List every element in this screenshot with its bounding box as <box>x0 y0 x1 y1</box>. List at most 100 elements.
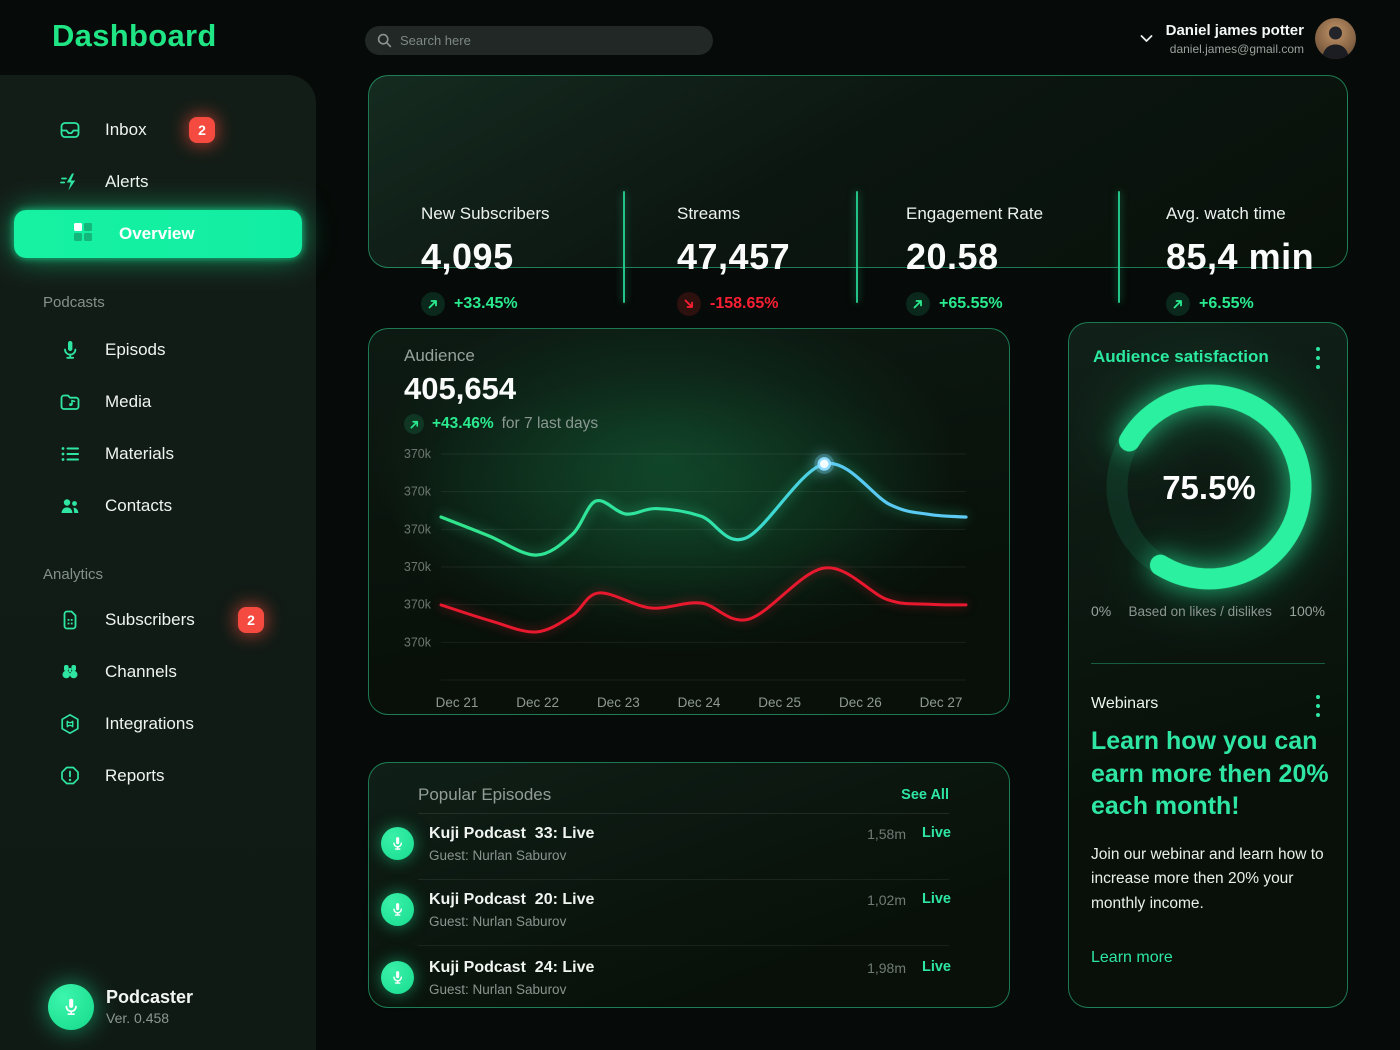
stat-label: Engagement Rate <box>906 204 1043 224</box>
list-icon <box>58 442 82 466</box>
sidebar-item-label: Channels <box>105 662 177 682</box>
app-version: Ver. 0.458 <box>106 1010 169 1026</box>
stat-value: 4,095 <box>421 236 550 278</box>
x-tick-label: Dec 21 <box>436 695 479 710</box>
inbox-badge: 2 <box>189 117 215 143</box>
search-bar[interactable] <box>365 26 713 55</box>
x-tick-label: Dec 27 <box>920 695 963 710</box>
divider <box>856 191 858 303</box>
sidebar-item-label: Contacts <box>105 496 172 516</box>
sidebar-item-label: Reports <box>105 766 165 786</box>
see-all-link[interactable]: See All <box>901 787 949 803</box>
y-tick-label: 370k <box>404 447 432 461</box>
sidebar-item-label: Integrations <box>105 714 194 734</box>
sidebar-item-episods[interactable]: Episods <box>0 326 316 374</box>
episode-row[interactable]: Kuji Podcast 24: Live Guest: Nurlan Sabu… <box>369 959 1011 1023</box>
episode-views: 1,02m <box>867 892 906 908</box>
webinars-title: Webinars <box>1091 695 1158 713</box>
trend-up-icon <box>906 292 930 316</box>
x-tick-label: Dec 22 <box>516 695 559 710</box>
sidebar-item-label: Subscribers <box>105 610 195 630</box>
learn-more-link[interactable]: Learn more <box>1091 949 1173 967</box>
sidebar-item-integrations[interactable]: Integrations <box>0 700 316 748</box>
user-name: Daniel james potter <box>1166 22 1304 39</box>
trend-up-icon <box>1166 292 1190 316</box>
episode-live-badge: Live <box>922 891 951 907</box>
sidebar-item-inbox[interactable]: Inbox 2 <box>0 106 316 154</box>
episode-views: 1,98m <box>867 960 906 976</box>
app-name: Podcaster <box>106 987 193 1008</box>
y-tick-label: 370k <box>404 598 432 612</box>
kebab-menu-icon[interactable] <box>1311 695 1325 717</box>
sidebar-item-label: Alerts <box>105 172 148 192</box>
sidebar-item-alerts[interactable]: Alerts <box>0 158 316 206</box>
x-tick-label: Dec 25 <box>758 695 801 710</box>
gauge-min-label: 0% <box>1091 603 1111 619</box>
episode-title: Kuji Podcast 20: Live <box>429 891 594 909</box>
sidebar-item-channels[interactable]: Channels <box>0 648 316 696</box>
popular-episodes-card: Popular Episodes See All Kuji Podcast 33… <box>368 762 1010 1008</box>
avatar[interactable] <box>1315 18 1356 59</box>
sidebar: Inbox 2 Alerts Overview Podcasts Episods <box>0 75 316 1050</box>
divider <box>418 879 949 880</box>
audience-line-chart: 370k 370k 370k 370k 370k 370k Dec 21 Dec 22 Dec … <box>369 329 1011 716</box>
app-logo: Dashboard <box>52 18 217 54</box>
y-tick-label: 370k <box>404 522 432 536</box>
x-tick-label: Dec 26 <box>839 695 882 710</box>
webinar-body: Join our webinar and learn how to increa… <box>1091 843 1331 916</box>
sidebar-item-label: Inbox <box>105 120 147 140</box>
sidebar-item-label: Materials <box>105 444 174 464</box>
sidebar-item-reports[interactable]: Reports <box>0 752 316 800</box>
divider <box>418 945 949 946</box>
user-email: daniel.james@gmail.com <box>1166 42 1304 56</box>
binoculars-icon <box>58 660 82 684</box>
stat-label: New Subscribers <box>421 204 550 224</box>
sidebar-item-materials[interactable]: Materials <box>0 430 316 478</box>
trend-up-icon <box>421 292 445 316</box>
subscribers-badge: 2 <box>238 607 264 633</box>
gauge-max-label: 100% <box>1289 603 1325 619</box>
podcaster-logo-icon <box>48 984 94 1030</box>
sidebar-item-label: Overview <box>119 224 195 244</box>
media-folder-icon <box>58 390 82 414</box>
sidebar-item-subscribers[interactable]: Subscribers 2 <box>0 596 316 644</box>
stat-value: 47,457 <box>677 236 790 278</box>
stat-new-subscribers: New Subscribers 4,095 +33.45% <box>421 204 550 316</box>
chevron-down-icon <box>1140 34 1153 43</box>
sidebar-item-media[interactable]: Media <box>0 378 316 426</box>
y-tick-label: 370k <box>404 560 432 574</box>
stat-label: Streams <box>677 204 790 224</box>
search-icon <box>377 33 392 48</box>
inbox-icon <box>58 118 82 142</box>
report-icon <box>58 764 82 788</box>
sidebar-item-contacts[interactable]: Contacts <box>0 482 316 530</box>
popular-episodes-title: Popular Episodes <box>418 785 551 805</box>
user-menu[interactable]: Daniel james potter daniel.james@gmail.c… <box>1140 18 1356 59</box>
episode-guest: Guest: Nurlan Saburov <box>429 914 566 929</box>
stat-engagement-rate: Engagement Rate 20.58 +65.55% <box>906 204 1043 316</box>
right-panel-card: Audience satisfaction 75.5% 0% Based on … <box>1068 322 1348 1008</box>
stat-change: -158.65% <box>710 295 779 313</box>
y-tick-label: 370k <box>404 485 432 499</box>
episode-title: Kuji Podcast 24: Live <box>429 959 594 977</box>
sidebar-item-overview[interactable]: Overview <box>14 210 302 258</box>
microphone-icon <box>381 961 414 994</box>
episode-live-badge: Live <box>922 825 951 841</box>
chart-marker-dot[interactable] <box>819 458 830 469</box>
integrations-icon <box>58 712 82 736</box>
stat-change: +6.55% <box>1199 295 1254 313</box>
stat-streams: Streams 47,457 -158.65% <box>677 204 790 316</box>
y-tick-label: 370k <box>404 635 432 649</box>
divider <box>1118 191 1120 303</box>
episode-live-badge: Live <box>922 959 951 975</box>
search-input[interactable] <box>400 33 701 48</box>
webinar-headline: Learn how you can earn more then 20% eac… <box>1091 725 1337 823</box>
stat-value: 20.58 <box>906 236 1043 278</box>
stat-change: +65.55% <box>939 295 1003 313</box>
x-tick-label: Dec 24 <box>678 695 721 710</box>
overview-icon <box>72 221 94 248</box>
stat-change: +33.45% <box>454 295 518 313</box>
stat-value: 85,4 min <box>1166 236 1314 278</box>
episode-views: 1,58m <box>867 826 906 842</box>
episode-guest: Guest: Nurlan Saburov <box>429 982 566 997</box>
